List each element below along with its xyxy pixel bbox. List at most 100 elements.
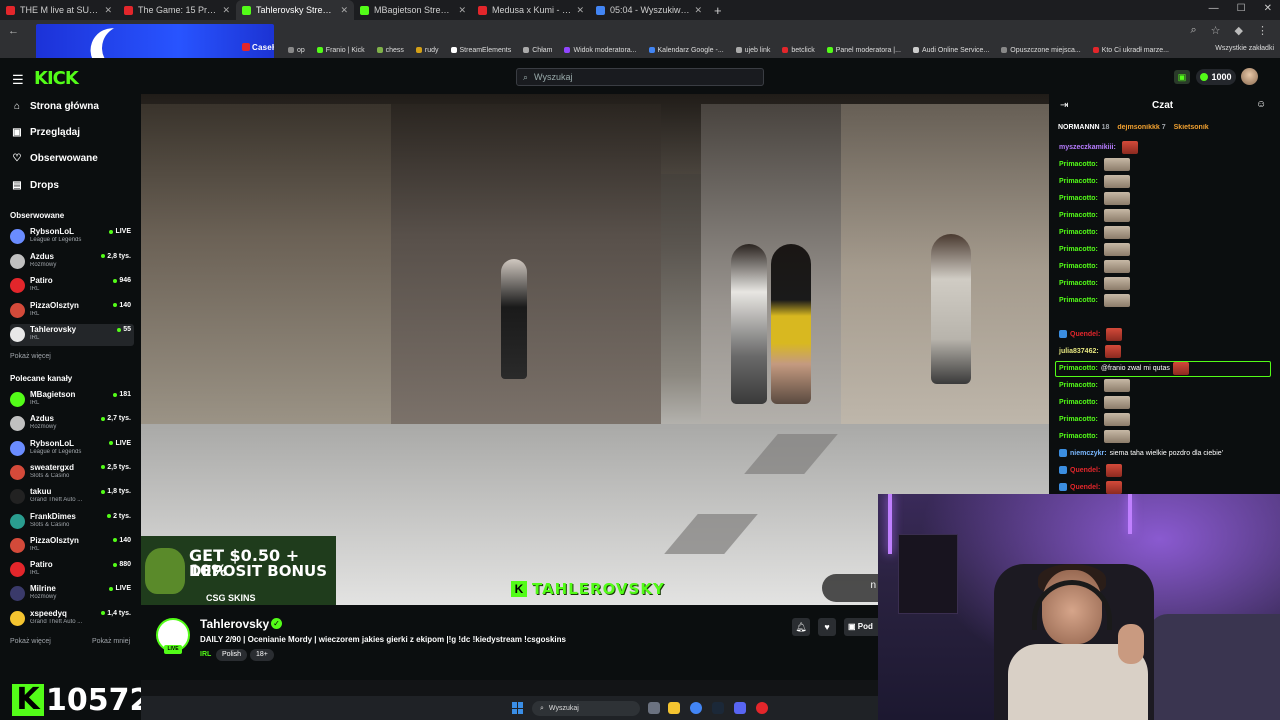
chat-username[interactable]: Primacotto: (1059, 399, 1098, 406)
chat-username[interactable]: julia837462: (1059, 348, 1099, 355)
sidebar-channel[interactable]: Azdus Rozmowy 2,8 tys. (10, 251, 134, 273)
chat-username[interactable]: Primacotto: (1059, 382, 1098, 389)
bookmark-item[interactable]: rudy (415, 47, 439, 54)
tab-close-icon[interactable]: ✕ (340, 5, 348, 16)
taskbar-search[interactable]: ⌕ Wyszukaj (532, 701, 640, 716)
all-bookmarks-link[interactable]: Wszystkie zakładki (1215, 45, 1274, 52)
bookmark-item[interactable]: betclick (782, 47, 815, 54)
points-badge[interactable]: 1000 (1196, 69, 1236, 85)
sidebar-nav-item[interactable]: ▤ Drops (12, 180, 59, 191)
chat-username[interactable]: Primacotto: (1059, 195, 1098, 202)
windows-start-icon[interactable] (512, 702, 524, 714)
chat-message[interactable]: Primacotto: (1059, 242, 1130, 256)
chat-username[interactable]: Quendel: (1070, 484, 1100, 491)
file-explorer-icon[interactable] (668, 702, 680, 714)
csgoskins-video-ad[interactable]: GET $0.50 + 10% DEPOSIT BONUS CSG SKINS (141, 536, 336, 605)
show-less-recommended[interactable]: Pokaż mniej (92, 638, 130, 645)
chat-message[interactable]: Primacotto: (1059, 378, 1130, 392)
chat-username[interactable]: Primacotto: (1059, 263, 1098, 270)
sidebar-nav-item[interactable]: ♡ Obserwowane (12, 153, 98, 164)
chrome-icon[interactable] (690, 702, 702, 714)
gift-icon[interactable]: ▣ (1174, 70, 1190, 84)
sidebar-channel[interactable]: Azdus Rozmowy 2,7 tys. (10, 413, 134, 435)
chat-message[interactable]: Primacotto: (1059, 276, 1130, 290)
bookmark-item[interactable]: Kto Ci ukradł marze... (1092, 47, 1169, 54)
chat-username[interactable]: Primacotto: (1059, 178, 1098, 185)
bookmark-item[interactable]: Kalendarz Google -... (648, 47, 724, 54)
bookmark-item[interactable]: Widok moderatora... (564, 47, 637, 54)
sidebar-channel[interactable]: FrankDimes Slots & Casino 2 tys. (10, 511, 134, 533)
chat-username[interactable]: Primacotto: (1059, 280, 1098, 287)
browser-tab[interactable]: MBagietson Stream - Watch Li ✕ (354, 0, 472, 20)
bookmark-item[interactable]: op (288, 47, 305, 54)
extensions-icon[interactable]: ◆ (1235, 24, 1243, 37)
sidebar-channel[interactable]: PizzaOlsztyn IRL 140 (10, 535, 134, 557)
sidebar-nav-item[interactable]: ▣ Przeglądaj (12, 127, 80, 138)
close-icon[interactable]: ✕ (1264, 3, 1272, 14)
app-icon[interactable] (756, 702, 768, 714)
bookmark-item[interactable]: ujeb link (735, 47, 770, 54)
show-more-followed[interactable]: Pokaż więcej (10, 353, 51, 360)
bookmark-item[interactable]: Opuszczone miejsca... (1001, 47, 1081, 54)
chat-message[interactable]: niemczykr: siema taha wielkie pozdro dla … (1059, 446, 1223, 460)
chat-message[interactable]: Primacotto: (1059, 412, 1130, 426)
task-view-icon[interactable] (648, 702, 660, 714)
tab-close-icon[interactable]: ✕ (576, 5, 584, 16)
show-more-recommended[interactable]: Pokaż więcej (10, 638, 51, 645)
chat-message[interactable]: Quendel: (1059, 480, 1123, 494)
chat-message[interactable]: Primacotto: (1059, 225, 1130, 239)
video-overlay-control[interactable]: n (822, 574, 878, 602)
collapse-chat-icon[interactable]: ⇥ (1060, 100, 1068, 111)
sidebar-nav-item[interactable]: ⌂ Strona główna (12, 101, 99, 112)
notification-bell-icon[interactable]: 🔔︎ (792, 618, 810, 636)
sidebar-channel[interactable]: RybsonLoL League of Legends LIVE (10, 438, 134, 460)
bookmark-item[interactable]: chess (376, 47, 404, 54)
chat-message[interactable]: Primacotto: (1059, 174, 1130, 188)
chat-username[interactable]: Primacotto: (1059, 161, 1098, 168)
chat-username[interactable]: niemczykr: (1070, 450, 1107, 457)
sidebar-channel[interactable]: PizzaOlsztyn IRL 140 (10, 300, 134, 322)
chat-username[interactable]: Primacotto: (1059, 246, 1098, 253)
zoom-icon[interactable]: ⌕ (1190, 24, 1196, 37)
bookmark-item[interactable]: Chłam (523, 47, 552, 54)
sidebar-channel[interactable]: Patiro IRL 880 (10, 559, 134, 581)
top-gifter[interactable]: NORMANNN 18 (1058, 124, 1109, 136)
chat-message[interactable]: Primacotto: (1059, 157, 1130, 171)
top-gifter[interactable]: Skietsonik (1174, 124, 1209, 136)
sidebar-channel[interactable]: xspeedyq Grand Theft Auto ... 1,4 tys. (10, 608, 134, 630)
tab-close-icon[interactable]: ✕ (104, 5, 112, 16)
browser-tab[interactable]: Medusa x Kumi - Wlewam do g ✕ (472, 0, 590, 20)
search-input[interactable]: ⌕ Wyszukaj (516, 68, 764, 86)
sidebar-channel[interactable]: MBagietson IRL 181 (10, 389, 134, 411)
chat-username[interactable]: Primacotto: (1059, 416, 1098, 423)
browser-tab[interactable]: The Game: 15 Prawilniaków vs ✕ (118, 0, 236, 20)
chat-message[interactable]: Primacotto: (1059, 429, 1130, 443)
channel-name[interactable]: Tahlerovsky (200, 617, 269, 631)
tab-close-icon[interactable]: ✕ (222, 5, 230, 16)
sidebar-channel[interactable]: sweatergxd Slots & Casino 2,5 tys. (10, 462, 134, 484)
chat-message[interactable]: Quendel: (1059, 327, 1123, 341)
chat-message[interactable]: Primacotto: (1059, 293, 1130, 307)
back-icon[interactable]: ← (8, 25, 19, 37)
menu-icon[interactable]: ⋮ (1257, 24, 1268, 37)
sidebar-channel[interactable]: Milrine Rozmowy LIVE (10, 583, 134, 605)
bookmark-item[interactable]: Audi Online Service... (912, 47, 989, 54)
kick-logo[interactable]: KICK (34, 68, 79, 89)
tag-age[interactable]: 18+ (250, 649, 274, 661)
chat-message[interactable]: julia837462: (1059, 344, 1121, 358)
browser-tab[interactable]: Tahlerovsky Stream - Watch ✕ (236, 0, 354, 20)
follow-heart-icon[interactable]: ♥ (818, 618, 836, 636)
user-avatar[interactable] (1241, 68, 1258, 85)
maximize-icon[interactable]: ☐ (1237, 3, 1246, 14)
chat-username[interactable]: Primacotto: (1059, 365, 1098, 372)
chat-message[interactable]: myszeczkamikiii: (1059, 140, 1138, 154)
browser-tab[interactable]: THE M live at SUNRISE FESTIVAL ✕ (0, 0, 118, 20)
bookmark-item[interactable]: StreamElements (450, 47, 511, 54)
chat-username[interactable]: Primacotto: (1059, 212, 1098, 219)
bookmark-item[interactable]: Panel moderatora |... (826, 47, 901, 54)
minimize-icon[interactable]: — (1209, 3, 1219, 14)
chat-username[interactable]: Quendel: (1070, 467, 1100, 474)
steam-icon[interactable] (712, 702, 724, 714)
chat-message[interactable]: Primacotto: (1059, 259, 1130, 273)
sidebar-channel[interactable]: Patiro IRL 946 (10, 275, 134, 297)
